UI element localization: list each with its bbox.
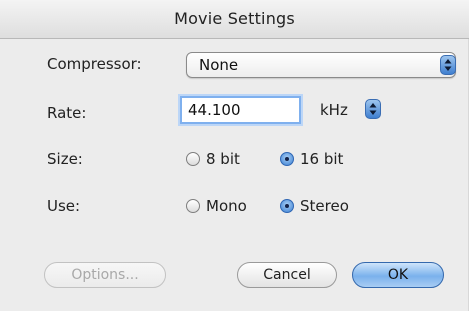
size-option-16bit[interactable]: 16 bit <box>280 150 343 168</box>
use-option-mono[interactable]: Mono <box>186 197 247 215</box>
window-title: Movie Settings <box>174 9 295 28</box>
rate-stepper[interactable] <box>365 99 381 119</box>
compressor-label: Compressor: <box>47 55 142 73</box>
use-option-stereo-label: Stereo <box>300 197 349 215</box>
size-option-8bit[interactable]: 8 bit <box>186 150 240 168</box>
options-button[interactable]: Options... <box>44 262 166 288</box>
use-option-mono-label: Mono <box>206 197 247 215</box>
movie-settings-dialog: Movie Settings Compressor: None Rate: kH… <box>0 0 469 311</box>
radio-off-icon <box>186 152 200 166</box>
size-option-8bit-label: 8 bit <box>206 150 240 168</box>
cancel-button[interactable]: Cancel <box>237 262 337 288</box>
compressor-value: None <box>199 56 239 74</box>
rate-input[interactable] <box>182 98 299 122</box>
rate-unit: kHz <box>320 101 348 119</box>
size-option-16bit-label: 16 bit <box>300 150 344 168</box>
use-option-stereo[interactable]: Stereo <box>280 197 349 215</box>
radio-on-icon <box>280 199 294 213</box>
rate-field[interactable] <box>180 96 301 124</box>
ok-button[interactable]: OK <box>352 262 444 288</box>
use-label: Use: <box>47 197 81 215</box>
rate-label: Rate: <box>47 104 87 122</box>
radio-off-icon <box>186 199 200 213</box>
popup-arrows-icon <box>440 55 456 75</box>
compressor-popup[interactable]: None <box>186 52 456 78</box>
title-bar[interactable]: Movie Settings <box>0 0 469 39</box>
size-label: Size: <box>47 150 83 168</box>
radio-on-icon <box>280 152 294 166</box>
